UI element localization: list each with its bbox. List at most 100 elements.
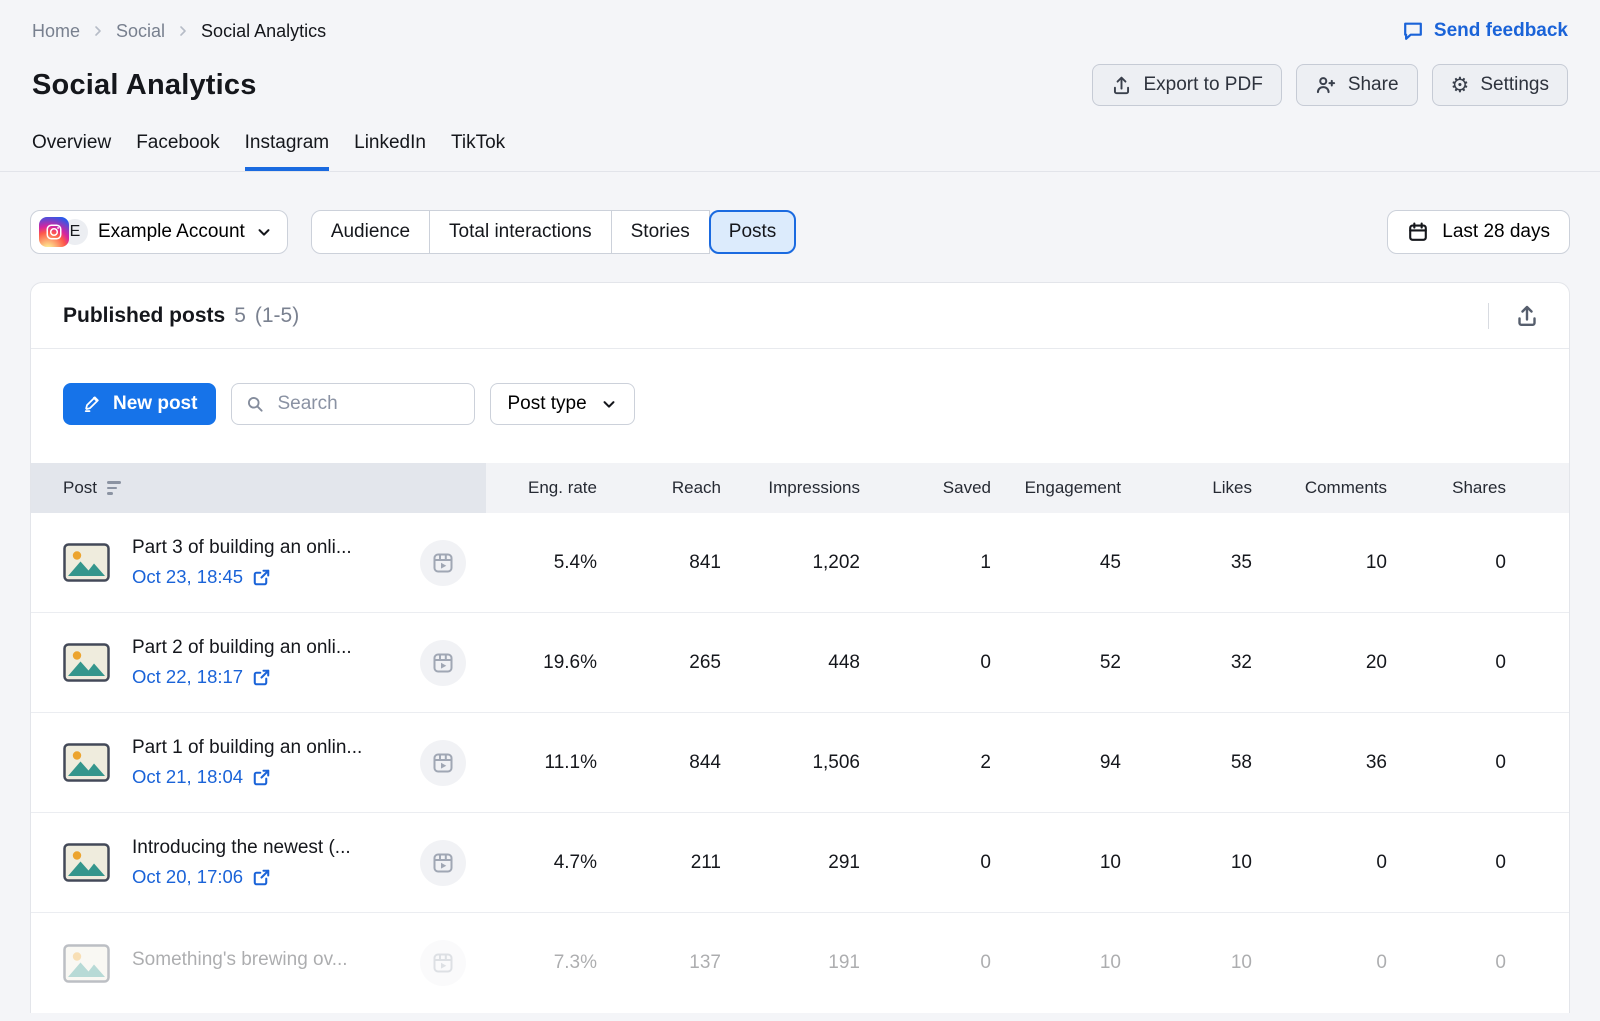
search-input[interactable] [275,392,461,416]
cell-impressions: 1,202 [721,513,860,612]
post-type-label: Post type [507,393,586,415]
cell-comments: 10 [1252,513,1387,612]
cell-impressions: 191 [721,913,860,1013]
column-header-shares[interactable]: Shares [1387,463,1506,513]
cell-reach: 137 [597,913,721,1013]
cell-engagement: 94 [991,713,1121,812]
filter-row: E Example Account Audience Total interac… [0,172,1600,254]
card-header: Published posts 5 (1-5) [31,283,1569,348]
tab-overview[interactable]: Overview [32,132,111,171]
cell-reach: 211 [597,813,721,912]
export-to-pdf-button[interactable]: Export to PDF [1092,64,1281,106]
tab-linkedin[interactable]: LinkedIn [354,132,426,171]
post-title: Something's brewing ov... [132,949,398,971]
account-name: Example Account [98,221,245,243]
image-placeholder-icon [63,643,110,682]
topbar: Home Social Social Analytics Send feedba… [0,0,1600,42]
post-cell: Part 1 of building an onlin... Oct 21, 1… [31,737,486,788]
cell-likes: 35 [1121,513,1252,612]
post-date-link[interactable]: Oct 20, 17:06 [132,866,398,888]
new-post-button[interactable]: New post [63,383,216,425]
tab-facebook[interactable]: Facebook [136,132,219,171]
table-row: Part 1 of building an onlin... Oct 21, 1… [31,713,1569,813]
pencil-icon [82,394,102,414]
image-placeholder-icon [63,843,110,882]
post-title: Part 1 of building an onlin... [132,737,398,759]
share-button[interactable]: Share [1296,64,1418,106]
column-label: Post [63,478,97,498]
segment-total-interactions[interactable]: Total interactions [429,210,612,254]
post-date: Oct 22, 18:17 [132,666,243,688]
column-header-engagement[interactable]: Engagement [991,463,1121,513]
external-link-icon [252,668,271,687]
chevron-down-icon [600,395,618,413]
export-table-button[interactable] [1515,304,1539,328]
upload-icon [1111,75,1132,96]
title-row: Social Analytics Export to PDF Share ⚙ S… [0,42,1600,106]
cell-eng-rate: 19.6% [486,613,597,712]
divider [1488,303,1489,329]
cell-saved: 0 [860,613,991,712]
panel-count: 5 [234,304,246,328]
table-row: Part 2 of building an onli... Oct 22, 18… [31,613,1569,713]
cell-eng-rate: 11.1% [486,713,597,812]
date-range-button[interactable]: Last 28 days [1387,210,1570,254]
sort-icon[interactable] [107,481,121,495]
post-type-dropdown[interactable]: Post type [490,383,634,425]
page-title: Social Analytics [32,69,257,102]
chevron-right-icon [175,23,191,39]
calendar-icon [1407,221,1429,243]
cell-shares: 0 [1387,813,1506,912]
cell-shares: 0 [1387,513,1506,612]
column-header-comments[interactable]: Comments [1252,463,1387,513]
settings-button[interactable]: ⚙ Settings [1432,64,1568,106]
cell-shares: 0 [1387,613,1506,712]
cell-reach: 844 [597,713,721,812]
reel-icon [420,740,466,786]
post-title: Introducing the newest (... [132,837,398,859]
cell-saved: 0 [860,913,991,1013]
upload-icon [1515,304,1539,328]
export-to-pdf-label: Export to PDF [1143,74,1262,96]
cell-engagement: 45 [991,513,1121,612]
post-date: Oct 20, 17:06 [132,866,243,888]
table-row: Something's brewing ov... 7.3% 137 191 0… [31,913,1569,1013]
post-date-link[interactable]: Oct 21, 18:04 [132,766,398,788]
column-header-post[interactable]: Post [31,463,486,513]
search-box [231,383,475,425]
segment-posts[interactable]: Posts [709,210,797,254]
published-posts-card: Published posts 5 (1-5) New post Post ty… [30,282,1570,1013]
account-selector[interactable]: E Example Account [30,210,288,254]
column-header-likes[interactable]: Likes [1121,463,1252,513]
post-date-link[interactable]: Oct 23, 18:45 [132,566,398,588]
column-header-reach[interactable]: Reach [597,463,721,513]
post-cell: Part 2 of building an onli... Oct 22, 18… [31,637,486,688]
tab-tiktok[interactable]: TikTok [451,132,505,171]
segment-stories[interactable]: Stories [611,210,710,254]
cell-saved: 1 [860,513,991,612]
cell-impressions: 291 [721,813,860,912]
cell-impressions: 1,506 [721,713,860,812]
image-placeholder-icon [63,944,110,983]
send-feedback-link[interactable]: Send feedback [1402,20,1568,42]
tab-instagram[interactable]: Instagram [245,132,329,171]
panel-title: Published posts [63,304,225,328]
column-header-eng-rate[interactable]: Eng. rate [486,463,597,513]
view-segments: Audience Total interactions Stories Post… [312,210,796,254]
breadcrumb: Home Social Social Analytics [32,21,326,42]
reel-icon [420,840,466,886]
breadcrumb-current: Social Analytics [201,21,326,42]
breadcrumb-social[interactable]: Social [116,21,165,42]
cell-reach: 265 [597,613,721,712]
reel-icon [420,540,466,586]
segment-audience[interactable]: Audience [311,210,430,254]
column-header-impressions[interactable]: Impressions [721,463,860,513]
external-link-icon [252,568,271,587]
post-date: Oct 23, 18:45 [132,566,243,588]
chevron-down-icon [255,223,273,241]
post-cell: Something's brewing ov... [31,940,486,986]
post-date-link[interactable]: Oct 22, 18:17 [132,666,398,688]
feedback-bubble-icon [1402,20,1424,42]
breadcrumb-home[interactable]: Home [32,21,80,42]
column-header-saved[interactable]: Saved [860,463,991,513]
